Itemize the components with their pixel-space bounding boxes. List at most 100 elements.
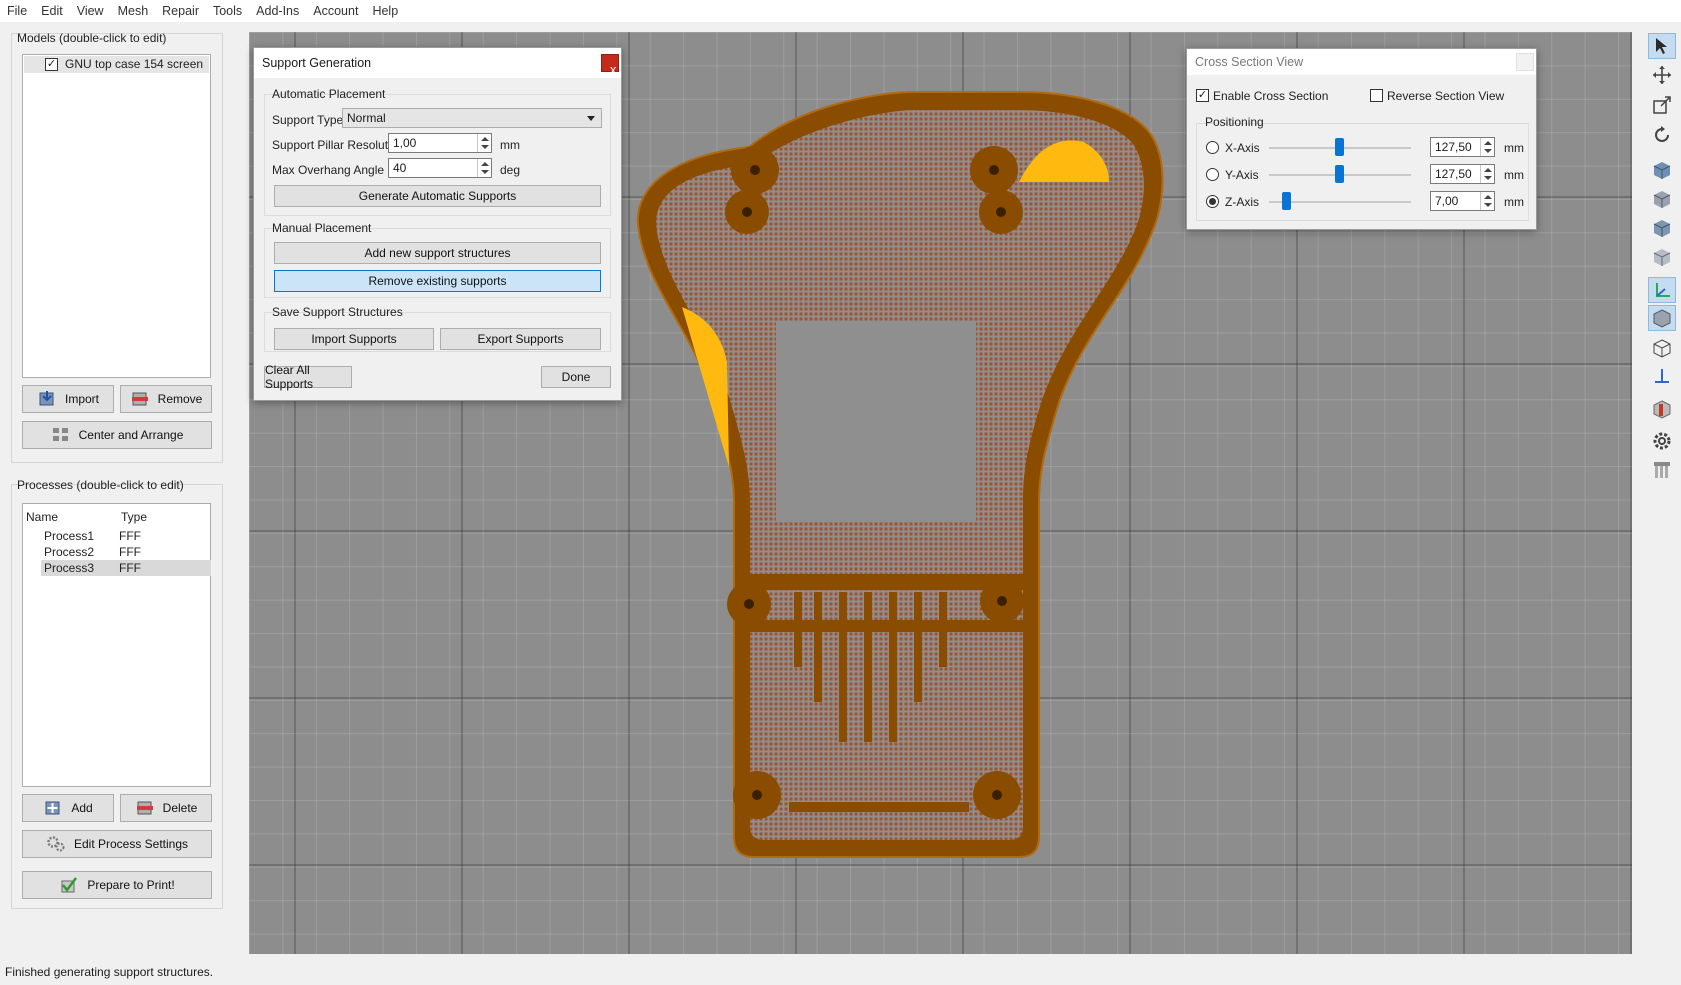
- x-axis-radio[interactable]: [1206, 141, 1219, 154]
- models-list[interactable]: ✓ GNU top case 154 screen: [22, 54, 211, 378]
- select-arrow-icon[interactable]: [1648, 33, 1676, 59]
- prepare-to-print-button[interactable]: Prepare to Print!: [22, 871, 212, 899]
- menu-tools[interactable]: Tools: [206, 0, 249, 22]
- menu-help[interactable]: Help: [365, 0, 405, 22]
- enable-cross-section-label: Enable Cross Section: [1213, 89, 1329, 103]
- column-header-name[interactable]: Name: [26, 510, 58, 524]
- model-list-item[interactable]: ✓ GNU top case 154 screen: [24, 56, 209, 73]
- menu-file[interactable]: File: [0, 0, 34, 22]
- support-type-label: Support Type: [272, 113, 344, 127]
- import-cube-icon: [37, 390, 57, 408]
- cross-section-title: Cross Section View: [1195, 55, 1304, 69]
- generate-automatic-supports-button[interactable]: Generate Automatic Supports: [274, 185, 601, 207]
- remove-model-button[interactable]: Remove: [120, 385, 212, 413]
- gears-icon: [46, 835, 66, 853]
- arrange-icon: [51, 426, 71, 444]
- process-row-selected[interactable]: Process3 FFF: [41, 560, 211, 576]
- solid-view-icon[interactable]: [1648, 305, 1676, 331]
- support-generation-dialog: Support Generation x Automatic Placement…: [253, 47, 622, 401]
- status-text: Finished generating support structures.: [5, 965, 214, 979]
- delete-process-icon: [135, 799, 155, 817]
- model-visible-checkbox[interactable]: ✓: [45, 58, 58, 71]
- spinner-arrows-icon[interactable]: [1480, 138, 1494, 156]
- z-axis-radio[interactable]: [1206, 195, 1219, 208]
- support-type-select[interactable]: Normal: [342, 108, 602, 128]
- add-support-structures-button[interactable]: Add new support structures: [274, 242, 601, 264]
- move-icon[interactable]: [1648, 62, 1676, 88]
- normal-axis-icon[interactable]: [1648, 364, 1676, 390]
- support-dialog-titlebar[interactable]: Support Generation x: [254, 48, 621, 78]
- processes-list[interactable]: Name Type Process1 FFF Process2 FFF Proc…: [22, 503, 211, 787]
- positioning-label: Positioning: [1205, 115, 1264, 129]
- z-axis-label: Z-Axis: [1225, 195, 1259, 209]
- add-process-button[interactable]: Add: [22, 794, 114, 822]
- export-supports-button[interactable]: Export Supports: [440, 328, 601, 350]
- x-axis-slider-handle[interactable]: [1335, 138, 1344, 156]
- models-panel-title: Models (double-click to edit): [17, 31, 167, 45]
- y-axis-radio[interactable]: [1206, 168, 1219, 181]
- wireframe-view-icon[interactable]: [1648, 335, 1676, 361]
- reverse-section-label: Reverse Section View: [1387, 89, 1505, 103]
- section-icon[interactable]: [1648, 396, 1676, 422]
- menu-account[interactable]: Account: [306, 0, 365, 22]
- remove-supports-button[interactable]: Remove existing supports: [274, 270, 601, 292]
- support-dialog-title: Support Generation: [262, 56, 372, 70]
- menu-view[interactable]: View: [70, 0, 111, 22]
- cross-section-titlebar[interactable]: Cross Section View: [1187, 49, 1536, 75]
- pillar-resolution-spinbox[interactable]: 1,00: [388, 133, 492, 153]
- column-header-type[interactable]: Type: [121, 510, 147, 524]
- axes-icon[interactable]: [1648, 277, 1676, 303]
- z-axis-slider-handle[interactable]: [1282, 192, 1291, 210]
- spinner-arrows-icon[interactable]: [477, 159, 491, 177]
- automatic-placement-label: Automatic Placement: [272, 87, 386, 101]
- import-supports-button[interactable]: Import Supports: [274, 328, 434, 350]
- overhang-angle-label: Max Overhang Angle: [272, 163, 385, 177]
- status-bar: Finished generating support structures.: [0, 958, 1681, 985]
- overhang-angle-spinbox[interactable]: 40: [388, 158, 492, 178]
- pillar-resolution-label: Support Pillar Resolution: [272, 138, 405, 152]
- process-row[interactable]: Process2 FFF: [41, 544, 211, 560]
- close-icon[interactable]: x: [601, 54, 619, 77]
- menu-repair[interactable]: Repair: [155, 0, 206, 22]
- menu-edit[interactable]: Edit: [34, 0, 70, 22]
- view-left-icon[interactable]: [1648, 215, 1676, 241]
- menu-add-ins[interactable]: Add-Ins: [249, 0, 306, 22]
- settings-gear-icon[interactable]: [1648, 428, 1676, 454]
- y-axis-label: Y-Axis: [1225, 168, 1259, 182]
- close-icon[interactable]: [1516, 53, 1534, 71]
- spinner-arrows-icon[interactable]: [1480, 165, 1494, 183]
- y-axis-unit: mm: [1504, 168, 1524, 182]
- y-axis-slider-handle[interactable]: [1335, 165, 1344, 183]
- enable-cross-section-checkbox[interactable]: ✓: [1196, 89, 1209, 102]
- scale-icon[interactable]: [1648, 92, 1676, 118]
- rotate-icon[interactable]: [1648, 122, 1676, 148]
- remove-cube-icon: [130, 390, 150, 408]
- import-model-button[interactable]: Import: [22, 385, 114, 413]
- manual-placement-label: Manual Placement: [272, 221, 372, 235]
- pillar-unit: mm: [500, 138, 520, 152]
- model-name: GNU top case 154 screen: [65, 57, 204, 71]
- x-axis-unit: mm: [1504, 141, 1524, 155]
- spinner-arrows-icon[interactable]: [477, 134, 491, 152]
- add-process-icon: [43, 799, 63, 817]
- spinner-arrows-icon[interactable]: [1480, 192, 1494, 210]
- y-axis-value-spinbox[interactable]: 127,50: [1430, 164, 1495, 184]
- menu-mesh[interactable]: Mesh: [111, 0, 156, 22]
- checkmark-print-icon: [59, 876, 79, 894]
- view-front-icon[interactable]: [1648, 157, 1676, 183]
- center-arrange-button[interactable]: Center and Arrange: [22, 421, 212, 449]
- done-button[interactable]: Done: [541, 366, 611, 388]
- z-axis-unit: mm: [1504, 195, 1524, 209]
- edit-process-settings-button[interactable]: Edit Process Settings: [22, 830, 212, 858]
- clear-all-supports-button[interactable]: Clear All Supports: [264, 363, 352, 391]
- supports-icon[interactable]: [1648, 457, 1676, 483]
- x-axis-value-spinbox[interactable]: 127,50: [1430, 137, 1495, 157]
- delete-process-button[interactable]: Delete: [120, 794, 212, 822]
- view-right-icon[interactable]: [1648, 244, 1676, 270]
- view-back-icon[interactable]: [1648, 186, 1676, 212]
- process-row[interactable]: Process1 FFF: [41, 528, 211, 544]
- save-supports-label: Save Support Structures: [272, 305, 403, 319]
- chevron-down-icon: [587, 116, 595, 121]
- reverse-section-checkbox[interactable]: [1370, 89, 1383, 102]
- z-axis-value-spinbox[interactable]: 7,00: [1430, 191, 1495, 211]
